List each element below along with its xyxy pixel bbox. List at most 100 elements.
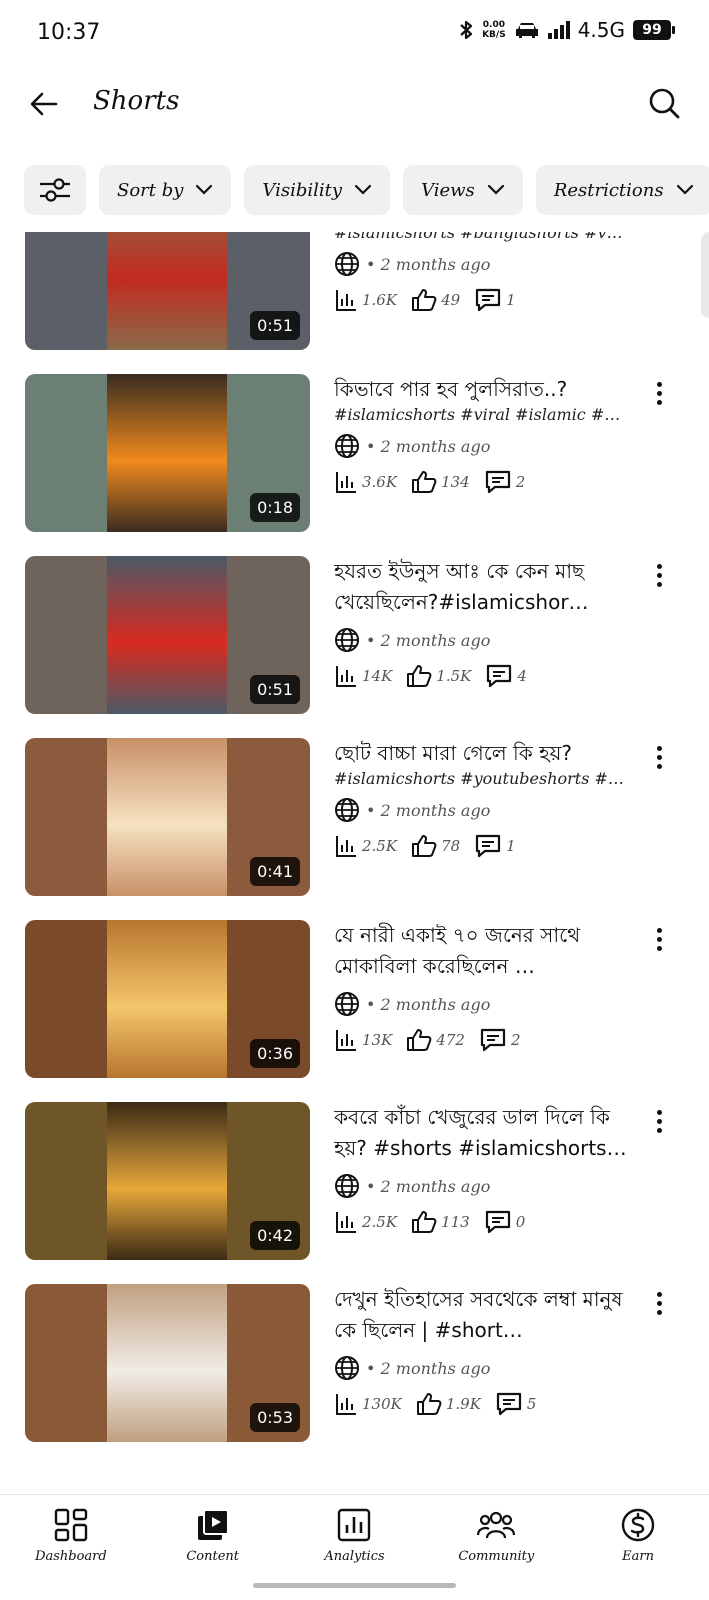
- globe-icon: [335, 1174, 359, 1198]
- comment-icon: [485, 1210, 510, 1234]
- thumbnail-art: [107, 920, 227, 1078]
- visibility-label: Visibility: [262, 179, 343, 201]
- thumbs-up-icon: [412, 471, 437, 493]
- filter-settings-button[interactable]: [24, 165, 86, 215]
- chevron-down-icon: [487, 184, 504, 195]
- video-info[interactable]: হযরত ইউনুস আঃ কে কেন মাছ খেয়েছিলেন?#isl…: [334, 556, 634, 692]
- sort-by-label: Sort by: [117, 179, 184, 201]
- video-title[interactable]: হযরত ইউনুস আঃ কে কেন মাছ খেয়েছিলেন?#isl…: [334, 556, 634, 618]
- video-tags: #islamicshorts #youtubeshorts #…: [334, 769, 624, 788]
- video-row[interactable]: 0:53 দেখুন ইতিহাসের সবথেকে লম্বা মানুষ ক…: [0, 1284, 709, 1442]
- video-info[interactable]: টিকটিকি এবং ব্যাঙ এর ঘটনা #islamicshorts…: [334, 232, 634, 316]
- video-title[interactable]: ছোট বাচ্চা মারা গেলে কি হয়?: [334, 738, 634, 769]
- comments-count: 2: [515, 473, 526, 491]
- comments-stat: 4: [485, 663, 527, 689]
- likes-count: 78: [441, 837, 461, 855]
- comment-icon: [476, 288, 501, 312]
- video-info[interactable]: যে নারী একাই ৭০ জনের সাথে মোকাবিলা করেছি…: [334, 920, 634, 1056]
- globe-icon: [335, 992, 359, 1016]
- home-indicator[interactable]: [253, 1583, 456, 1588]
- video-row[interactable]: 0:18 কিভাবে পার হব পুলসিরাত..? #islamics…: [0, 374, 709, 532]
- more-options-button[interactable]: [647, 560, 671, 590]
- video-thumbnail[interactable]: 0:53: [25, 1284, 310, 1442]
- thumbs-up-icon: [407, 665, 432, 687]
- nav-earn[interactable]: Earn: [567, 1495, 709, 1600]
- battery-icon: 99: [633, 20, 675, 40]
- video-thumbnail[interactable]: 0:51: [25, 556, 310, 714]
- video-title[interactable]: যে নারী একাই ৭০ জনের সাথে মোকাবিলা করেছি…: [334, 920, 634, 982]
- video-info[interactable]: ছোট বাচ্চা মারা গেলে কি হয়? #islamicsho…: [334, 738, 634, 862]
- more-options-button[interactable]: [647, 1106, 671, 1136]
- video-list[interactable]: 0:51 টিকটিকি এবং ব্যাঙ এর ঘটনা #islamics…: [0, 232, 709, 1494]
- views-stat: 130K: [334, 1392, 402, 1416]
- community-icon: [477, 1511, 516, 1539]
- video-row[interactable]: 0:51 টিকটিকি এবং ব্যাঙ এর ঘটনা #islamics…: [0, 232, 709, 350]
- video-duration: 0:51: [250, 675, 300, 704]
- video-row[interactable]: 0:42 কবরে কাঁচা খেজুরের ডাল দিলে কি হয়?…: [0, 1102, 709, 1260]
- thumbs-up-icon: [412, 289, 437, 311]
- back-button[interactable]: [22, 82, 66, 126]
- thumbnail-art: [107, 1284, 227, 1442]
- comments-stat: 1: [474, 287, 516, 313]
- thumbnail-art: [107, 374, 227, 532]
- published-time: • 2 months ago: [366, 994, 491, 1014]
- video-meta: • 2 months ago: [334, 248, 634, 280]
- sort-by-chip[interactable]: Sort by: [99, 165, 232, 215]
- video-thumbnail[interactable]: 0:18: [25, 374, 310, 532]
- video-thumbnail[interactable]: 0:41: [25, 738, 310, 896]
- dashboard-icon: [54, 1508, 88, 1542]
- globe-icon: [335, 252, 359, 276]
- video-row[interactable]: 0:36 যে নারী একাই ৭০ জনের সাথে মোকাবিলা …: [0, 920, 709, 1078]
- video-thumbnail[interactable]: 0:51: [25, 232, 310, 350]
- video-info[interactable]: কবরে কাঁচা খেজুরের ডাল দিলে কি হয়? #sho…: [334, 1102, 634, 1238]
- bar-chart-icon: [336, 472, 356, 493]
- video-thumbnail[interactable]: 0:42: [25, 1102, 310, 1260]
- video-stats: 13K 472 2: [334, 1024, 634, 1056]
- bar-chart-icon: [336, 666, 356, 687]
- video-info[interactable]: কিভাবে পার হব পুলসিরাত..? #islamicshorts…: [334, 374, 634, 498]
- car-icon: [515, 23, 538, 38]
- likes-count: 49: [441, 291, 461, 309]
- video-row[interactable]: 0:41 ছোট বাচ্চা মারা গেলে কি হয়? #islam…: [0, 738, 709, 896]
- network-type: 4.5G: [577, 18, 625, 42]
- published-time: • 2 months ago: [366, 800, 491, 820]
- likes-stat: 1.5K: [406, 664, 471, 688]
- comments-stat: 1: [474, 833, 516, 859]
- chevron-down-icon: [354, 184, 372, 195]
- more-options-button[interactable]: [647, 924, 671, 954]
- nav-dashboard[interactable]: Dashboard: [0, 1495, 142, 1600]
- status-time: 10:37: [37, 20, 101, 45]
- bar-chart-icon: [336, 836, 356, 857]
- comments-count: 0: [515, 1213, 526, 1231]
- bar-chart-icon: [336, 1030, 356, 1051]
- video-title[interactable]: কবরে কাঁচা খেজুরের ডাল দিলে কি হয়? #sho…: [334, 1102, 634, 1164]
- filter-bar: Sort by Visibility Views Restrictions: [24, 165, 709, 215]
- video-info[interactable]: দেখুন ইতিহাসের সবথেকে লম্বা মানুষ কে ছিল…: [334, 1284, 634, 1420]
- views-stat: 2.5K: [334, 1210, 397, 1234]
- bluetooth-icon: [460, 20, 473, 40]
- views-stat: 3.6K: [334, 470, 397, 494]
- status-bar: 10:37 0.00 KB/S 4.5G 99: [0, 0, 709, 70]
- video-row[interactable]: 0:51 হযরত ইউনুস আঃ কে কেন মাছ খেয়েছিলেন…: [0, 556, 709, 714]
- thumbs-up-icon: [412, 1211, 437, 1233]
- bar-chart-icon: [336, 290, 356, 311]
- visibility-chip[interactable]: Visibility: [244, 165, 391, 215]
- restrictions-chip[interactable]: Restrictions: [535, 165, 709, 215]
- video-thumbnail[interactable]: 0:36: [25, 920, 310, 1078]
- more-options-button[interactable]: [647, 378, 671, 408]
- comments-stat: 2: [479, 1027, 520, 1053]
- globe-icon: [335, 434, 359, 458]
- scrollbar[interactable]: [701, 232, 709, 318]
- page-title: Shorts: [93, 86, 180, 116]
- video-stats: 2.5K 113 0: [334, 1206, 634, 1238]
- video-title[interactable]: দেখুন ইতিহাসের সবথেকে লম্বা মানুষ কে ছিল…: [334, 1284, 634, 1346]
- video-title[interactable]: কিভাবে পার হব পুলসিরাত..?: [334, 374, 634, 405]
- comment-icon: [487, 664, 512, 688]
- views-chip[interactable]: Views: [403, 165, 523, 215]
- thumbnail-art: [107, 232, 227, 350]
- more-options-button[interactable]: [647, 1288, 671, 1318]
- arrow-left-icon: [30, 92, 58, 116]
- views-stat: 2.5K: [334, 834, 397, 858]
- search-button[interactable]: [641, 80, 687, 126]
- more-options-button[interactable]: [647, 742, 671, 772]
